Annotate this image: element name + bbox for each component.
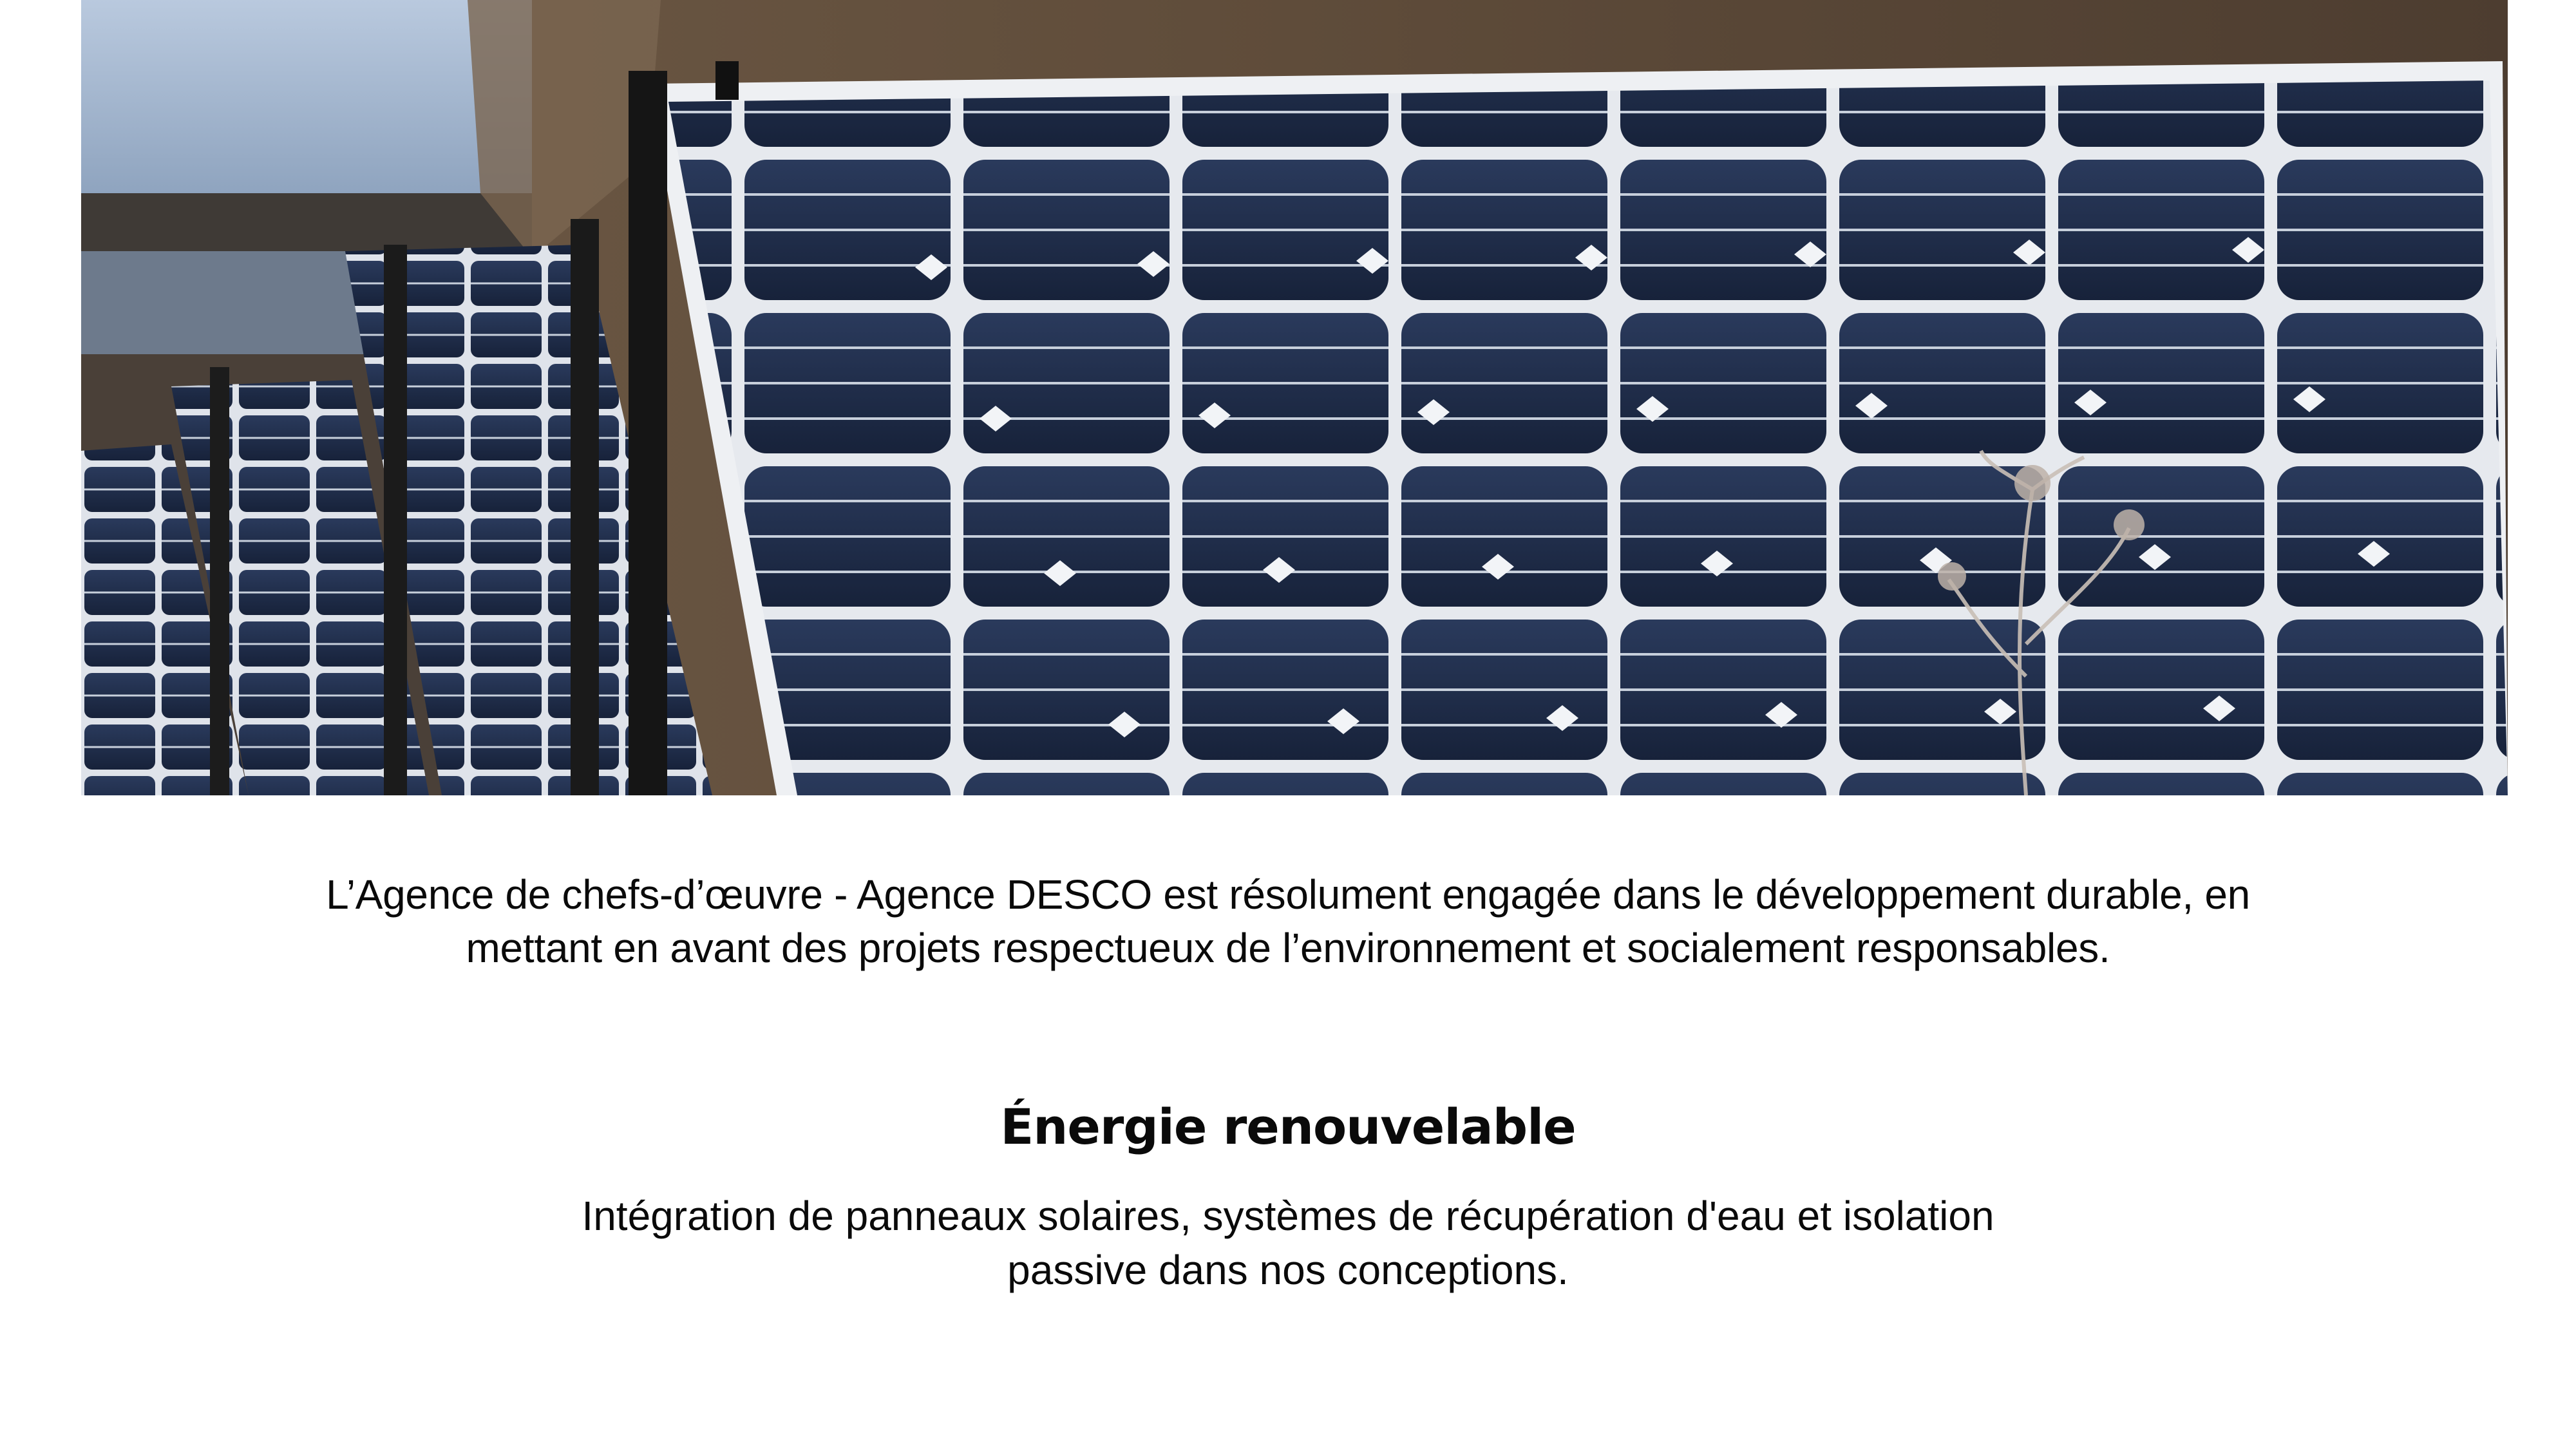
feature-title: Énergie renouvelable — [1000, 1098, 1576, 1155]
intro-paragraph: L’Agence de chefs-d’œuvre - Agence DESCO… — [326, 871, 2250, 971]
feature-description: Intégration de panneaux solaires, systèm… — [582, 1193, 1994, 1293]
hero-image — [81, 0, 2508, 795]
solar-panels-photo-icon — [81, 0, 2508, 795]
